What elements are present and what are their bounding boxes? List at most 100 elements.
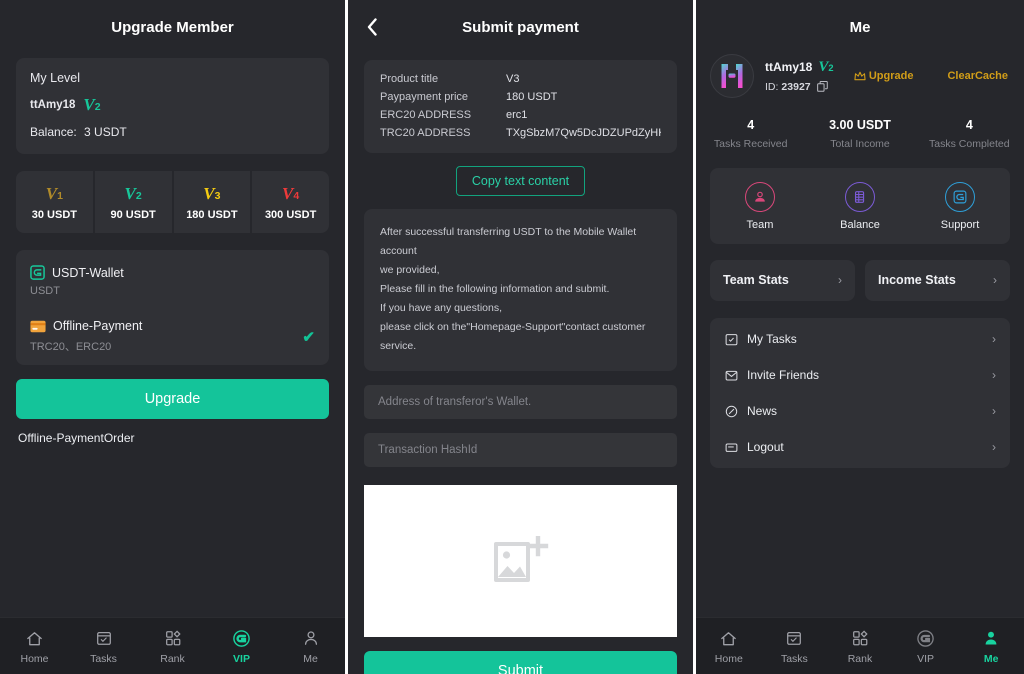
tab-rank[interactable]: Rank	[138, 627, 207, 665]
tab-tasks[interactable]: Tasks	[762, 627, 828, 665]
detail-value: erc1	[506, 109, 528, 121]
stat-label: Total Income	[830, 138, 890, 150]
image-plus-icon	[493, 536, 549, 586]
avatar[interactable]	[710, 54, 754, 98]
detail-key: Paypayment price	[380, 91, 469, 103]
home-icon	[696, 627, 762, 649]
rank-icon	[138, 627, 207, 649]
page-title: Me	[696, 0, 1024, 54]
home-icon	[0, 627, 69, 649]
tier-option-v2[interactable]: V2 90 USDT	[95, 171, 174, 233]
payment-method-name: USDT-Wallet	[52, 265, 124, 280]
upgrade-member-screen: Upgrade Member My Level ttAmy18 V2 Balan…	[0, 0, 345, 674]
stat-value: 3.00 USDT	[829, 118, 891, 132]
tab-rank[interactable]: Rank	[827, 627, 893, 665]
profile-identity: ttAmy18 V2 ID: 23927	[765, 58, 834, 93]
detail-row: ERC20 ADDRESS erc1	[380, 109, 661, 121]
tier-badge-v4: V4	[252, 184, 329, 204]
tab-vip[interactable]: VIP	[893, 627, 959, 665]
menu-item-logout[interactable]: Logout ›	[710, 429, 1010, 465]
tab-label: Rank	[847, 653, 873, 665]
tier-badge-number: 3	[214, 190, 221, 202]
notice-line: If you have any questions,	[380, 302, 502, 314]
copy-text-content-button[interactable]: Copy text content	[455, 166, 586, 196]
offline-payment-order-link[interactable]: Offline-PaymentOrder	[18, 431, 345, 445]
user-id-label: ID:	[765, 80, 779, 93]
level-badge-letter: V	[83, 95, 95, 114]
tasks-icon	[762, 627, 828, 649]
chevron-left-icon[interactable]	[362, 17, 382, 37]
tier-badge-number: 1	[57, 190, 63, 202]
tab-label: Tasks	[90, 653, 117, 665]
chevron-right-icon: ›	[838, 273, 842, 287]
tier-badge-number: 4	[293, 190, 300, 202]
bottom-tabbar-right: Home Tasks Rank VIP Me	[696, 617, 1024, 674]
my-level-card: My Level ttAmy18 V2 Balance: 3 USDT	[16, 58, 329, 154]
tab-vip[interactable]: VIP	[207, 627, 276, 665]
tier-price: 180 USDT	[186, 209, 238, 221]
submit-button[interactable]: Submit	[364, 651, 677, 674]
quick-action-team[interactable]: Team	[710, 182, 810, 231]
clear-cache-action[interactable]: ClearCache	[947, 70, 1008, 82]
screenshot-upload-area[interactable]	[364, 485, 677, 637]
tab-home[interactable]: Home	[696, 627, 762, 665]
payment-notice: After successful transferring USDT to th…	[364, 209, 677, 371]
news-icon	[724, 405, 739, 418]
tab-label: Me	[983, 653, 999, 665]
tier-option-v1[interactable]: V1 30 USDT	[16, 171, 95, 233]
upgrade-body: My Level ttAmy18 V2 Balance: 3 USDT V 1 …	[0, 54, 345, 617]
submit-payment-screen: Submit payment Product title V3 Paypayme…	[348, 0, 693, 674]
payment-method-sub: TRC20、ERC20	[30, 341, 112, 353]
user-icon	[958, 627, 1024, 649]
quick-action-balance[interactable]: Balance	[810, 182, 910, 231]
level-badge-letter: V	[818, 58, 829, 75]
me-menu-list: My Tasks › Invite Friends › News › Logou…	[710, 318, 1010, 468]
payment-method-usdt-wallet[interactable]: USDT-Wallet USDT	[16, 254, 329, 308]
menu-item-my-tasks[interactable]: My Tasks ›	[710, 321, 1010, 357]
detail-value: V3	[506, 73, 520, 85]
stat-label: Tasks Received	[713, 138, 788, 150]
tab-me[interactable]: Me	[958, 627, 1024, 665]
selected-check-icon: ✔	[302, 328, 315, 346]
detail-key: Product title	[380, 73, 439, 85]
transferor-wallet-address-input[interactable]	[364, 385, 677, 419]
copy-icon[interactable]	[816, 81, 828, 92]
clear-cache-action-label: ClearCache	[947, 70, 1008, 82]
my-level-label: My Level	[30, 71, 81, 85]
chevron-right-icon: ›	[992, 332, 996, 346]
transaction-hashid-input[interactable]	[364, 433, 677, 467]
tier-badge-letter: V	[124, 184, 136, 203]
credit-card-icon	[30, 320, 46, 333]
tier-option-v4[interactable]: V4 300 USDT	[252, 171, 329, 233]
balance-value: 3 USDT	[84, 125, 127, 139]
payment-method-offline-payment[interactable]: Offline-Payment TRC20、ERC20 ✔	[16, 308, 329, 365]
quick-action-label: Balance	[840, 219, 880, 231]
stats-card-label: Income Stats	[878, 273, 956, 287]
notice-line: After successful transferring USDT to th…	[380, 226, 637, 257]
menu-item-news[interactable]: News ›	[710, 393, 1010, 429]
team-stats-card[interactable]: Team Stats ›	[710, 260, 855, 301]
payment-body: Product title V3 Paypayment price 180 US…	[348, 54, 693, 674]
tier-badge-letter: V	[203, 184, 215, 203]
quick-action-label: Support	[940, 219, 980, 231]
chevron-right-icon: ›	[992, 368, 996, 382]
tier-option-v3[interactable]: V3 180 USDT	[174, 171, 253, 233]
tab-label: Rank	[160, 653, 185, 665]
page-title: Upgrade Member	[0, 0, 345, 54]
tab-me[interactable]: Me	[276, 627, 345, 665]
upgrade-button[interactable]: Upgrade	[16, 379, 329, 419]
menu-item-invite-friends[interactable]: Invite Friends ›	[710, 357, 1010, 393]
tasks-icon	[724, 333, 739, 346]
quick-action-support[interactable]: Support	[910, 182, 1010, 231]
tab-home[interactable]: Home	[0, 627, 69, 665]
tier-badge-v3: V3	[174, 184, 251, 204]
current-level-row: ttAmy18 V2	[30, 96, 315, 113]
tab-tasks[interactable]: Tasks	[69, 627, 138, 665]
robot-avatar-icon	[721, 64, 743, 88]
invite-icon	[724, 369, 739, 382]
copy-button-wrap: Copy text content	[348, 166, 693, 196]
income-stats-card[interactable]: Income Stats ›	[865, 260, 1010, 301]
upgrade-action[interactable]: Upgrade	[854, 70, 913, 82]
usdt-tether-icon	[30, 265, 45, 280]
user-icon	[276, 627, 345, 649]
